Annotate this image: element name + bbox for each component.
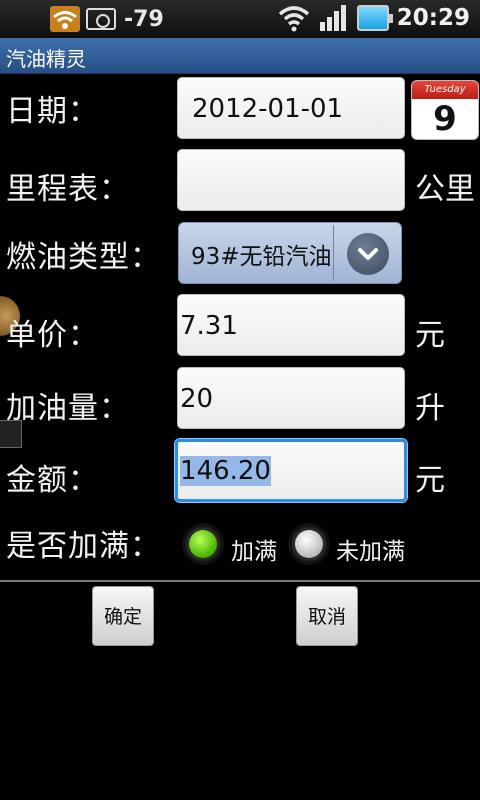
radio-not-full[interactable]: [288, 523, 330, 565]
total-field[interactable]: 146.20: [175, 439, 407, 502]
total-label: 金额：: [6, 463, 99, 498]
fuel-amount-label: 加油量：: [6, 391, 130, 426]
divider: [0, 580, 480, 582]
total-unit: 元: [415, 463, 445, 498]
app-title: 汽油精灵: [6, 47, 86, 71]
odometer-label: 里程表：: [6, 172, 130, 207]
signal-bars-icon: [319, 5, 346, 31]
calendar-day: 9: [433, 99, 457, 139]
calendar-icon[interactable]: Tuesday 9: [411, 80, 479, 140]
date-field[interactable]: 2012-01-01: [177, 77, 405, 139]
chevron-down-icon[interactable]: [347, 233, 389, 275]
wifi-icon: [278, 6, 309, 32]
total-value: 146.20: [180, 456, 271, 486]
battery-icon: [356, 5, 393, 31]
odometer-field[interactable]: [177, 149, 405, 211]
unit-price-unit: 元: [415, 318, 445, 353]
date-label: 日期：: [6, 94, 99, 129]
fuel-type-selected: 93#无铅汽油: [191, 244, 332, 270]
radio-full[interactable]: [182, 523, 224, 565]
status-bar: -79 20:29: [0, 0, 480, 38]
fuel-amount-unit: 升: [415, 391, 445, 426]
radio-not-full-label: 未加满: [336, 539, 405, 565]
calendar-weekday: Tuesday: [412, 81, 478, 99]
wifi-alert-icon: [50, 6, 80, 32]
radio-full-label: 加满: [231, 539, 277, 565]
fuel-type-dropdown[interactable]: 93#无铅汽油: [178, 222, 402, 284]
fuel-amount-field[interactable]: 20: [177, 367, 405, 429]
fuel-type-label: 燃油类型：: [6, 240, 161, 275]
clock: 20:29: [396, 5, 470, 31]
app-title-bar: 汽油精灵: [0, 38, 480, 74]
unit-price-label: 单价：: [6, 318, 99, 353]
confirm-button[interactable]: 确定: [92, 586, 154, 646]
odometer-unit: 公里: [415, 172, 475, 207]
full-tank-label: 是否加满：: [6, 529, 161, 564]
signal-strength-value: -79: [124, 6, 164, 32]
cancel-button[interactable]: 取消: [296, 586, 358, 646]
unit-price-field[interactable]: 7.31: [177, 294, 405, 356]
camera-icon: [86, 8, 116, 30]
